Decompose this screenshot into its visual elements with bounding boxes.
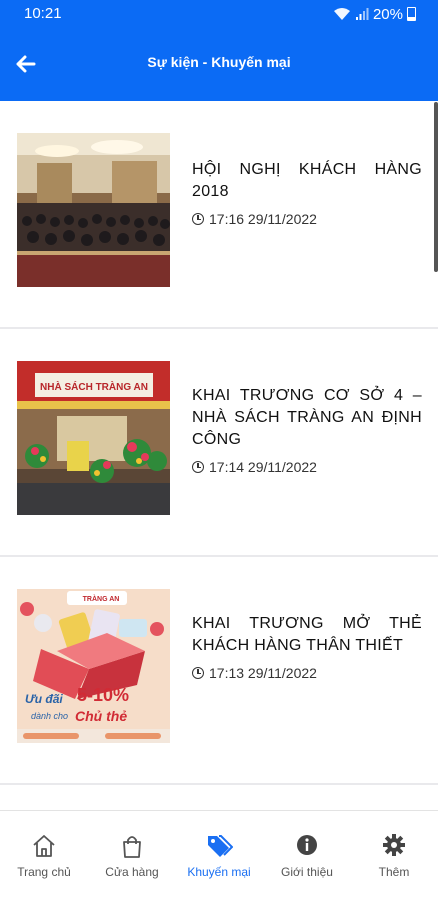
- nav-label: Thêm: [378, 865, 410, 879]
- store-sign-text: NHÀ SÁCH TRÀNG AN: [40, 380, 148, 393]
- nav-label: Trang chủ: [17, 865, 71, 879]
- article-time: 17:14 29/11/2022: [209, 459, 317, 475]
- article-meta: 17:16 29/11/2022: [192, 211, 422, 227]
- nav-item-home[interactable]: Trang chủ: [0, 811, 88, 901]
- status-bar: 10:21 20%: [0, 0, 438, 28]
- membership-promo-image: TRÀNG AN Ưu đãi 5-10% dành cho Chủ thẻ: [17, 589, 170, 743]
- nav-item-more[interactable]: Thêm: [350, 811, 438, 901]
- nav-label: Cửa hàng: [105, 865, 159, 879]
- article-text: KHAI TRƯƠNG CƠ SỞ 4 – NHÀ SÁCH TRÀNG AN …: [192, 385, 422, 475]
- toolbar: Sự kiện - Khuyến mại: [0, 40, 438, 88]
- info-icon: [297, 835, 317, 855]
- promo-brand-text: TRÀNG AN: [83, 594, 120, 603]
- article-meta: 17:14 29/11/2022: [192, 459, 422, 475]
- scrollbar[interactable]: [434, 102, 438, 272]
- nav-item-promotions[interactable]: Khuyến mại: [175, 811, 263, 901]
- article-card[interactable]: TRÀNG AN Ưu đãi 5-10% dành cho Chủ thẻ K…: [0, 557, 438, 783]
- clock-icon: [192, 461, 204, 473]
- promo-text-b: 5-10%: [77, 685, 129, 705]
- promo-text-d: Chủ thẻ: [75, 708, 127, 724]
- status-icons: 20%: [333, 4, 416, 24]
- article-title: KHAI TRƯƠNG MỞ THẺ KHÁCH HÀNG THÂN THIẾT: [192, 615, 422, 654]
- article-text: KHAI TRƯƠNG MỞ THẺ KHÁCH HÀNG THÂN THIẾT…: [192, 613, 422, 681]
- article-time: 17:16 29/11/2022: [209, 211, 317, 227]
- clock-icon: [192, 213, 204, 225]
- article-card[interactable]: [0, 785, 438, 810]
- app-bar: 10:21 20% Sự kiện - Khuyến mại: [0, 0, 438, 101]
- gear-icon: [383, 834, 405, 856]
- article-card[interactable]: HỘI NGHỊ KHÁCH HÀNG 2018 17:16 29/11/202…: [0, 101, 438, 327]
- article-time: 17:13 29/11/2022: [209, 665, 317, 681]
- article-title: KHAI TRƯƠNG CƠ SỞ 4 – NHÀ SÁCH TRÀNG AN …: [192, 387, 422, 448]
- nav-item-about[interactable]: Giới thiệu: [263, 811, 351, 901]
- article-meta: 17:13 29/11/2022: [192, 665, 422, 681]
- battery-icon: [407, 7, 416, 21]
- tags-icon: [208, 835, 233, 857]
- home-icon: [33, 835, 55, 857]
- status-time: 10:21: [24, 5, 62, 22]
- conference-image: [17, 133, 170, 287]
- wifi-icon: [333, 8, 350, 20]
- article-title: HỘI NGHỊ KHÁCH HÀNG 2018: [192, 161, 422, 200]
- battery-percent: 20%: [372, 5, 403, 23]
- promo-text-a: Ưu đãi: [25, 692, 63, 706]
- clock-icon: [192, 667, 204, 679]
- article-card[interactable]: NHÀ SÁCH TRÀNG AN KHAI TRƯƠNG CƠ SỞ 4 – …: [0, 329, 438, 555]
- article-text: HỘI NGHỊ KHÁCH HÀNG 2018 17:16 29/11/202…: [192, 159, 422, 227]
- bottom-nav: Trang chủ Cửa hàng Khuyến mại Giới thiệu…: [0, 810, 438, 901]
- nav-label: Khuyến mại: [187, 865, 251, 879]
- store-opening-image: NHÀ SÁCH TRÀNG AN: [17, 361, 170, 515]
- article-list: HỘI NGHỊ KHÁCH HÀNG 2018 17:16 29/11/202…: [0, 101, 438, 810]
- shopping-bag-icon: [123, 836, 141, 858]
- signal-icon: [355, 8, 369, 20]
- nav-label: Giới thiệu: [281, 865, 333, 879]
- nav-item-store[interactable]: Cửa hàng: [88, 811, 176, 901]
- promo-text-c: dành cho: [31, 711, 68, 721]
- page-title: Sự kiện - Khuyến mại: [147, 54, 291, 70]
